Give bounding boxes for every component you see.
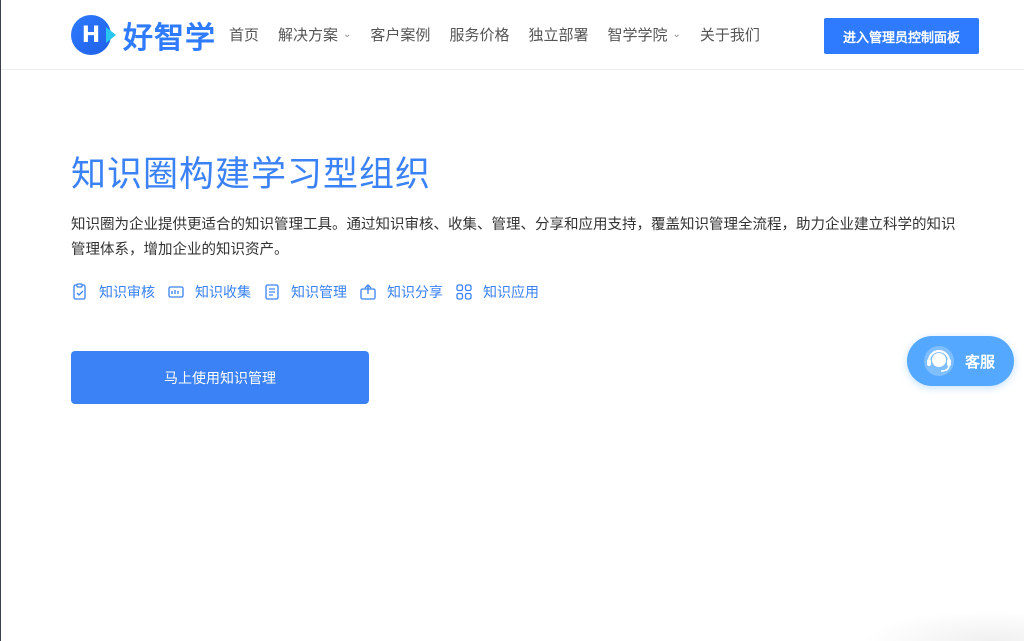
page-shadow bbox=[861, 610, 1024, 641]
admin-panel-button[interactable]: 进入管理员控制面板 bbox=[824, 18, 979, 54]
main-nav: 首页 解决方案 ⌄ 客户案例 服务价格 独立部署 智学学院 ⌄ 关于我们 bbox=[229, 22, 779, 46]
logo[interactable]: H 好智学 bbox=[71, 14, 216, 56]
feature-review[interactable]: 知识审核 bbox=[71, 281, 155, 303]
feature-collect[interactable]: 知识收集 bbox=[167, 281, 251, 303]
customer-service-button[interactable]: 客服 bbox=[907, 336, 1014, 386]
logo-icon: H bbox=[71, 15, 116, 55]
chevron-down-icon: ⌄ bbox=[343, 28, 352, 40]
feature-share[interactable]: 知识分享 bbox=[359, 281, 443, 303]
feature-list: 知识审核 知识收集 知识管理 知识分享 知识应用 bbox=[71, 281, 551, 303]
nav-item-academy[interactable]: 智学学院 ⌄ bbox=[607, 22, 680, 46]
collect-icon bbox=[168, 286, 184, 298]
start-knowledge-management-button[interactable]: 马上使用知识管理 bbox=[71, 351, 369, 404]
chevron-down-icon: ⌄ bbox=[672, 28, 681, 40]
hero-description: 知识圈为企业提供更适合的知识管理工具。通过知识审核、收集、管理、分享和应用支持，… bbox=[71, 217, 956, 258]
feature-apps[interactable]: 知识应用 bbox=[455, 281, 539, 303]
feature-manage[interactable]: 知识管理 bbox=[263, 281, 347, 303]
apps-icon bbox=[456, 284, 472, 300]
headset-icon bbox=[924, 346, 954, 376]
nav-item-about[interactable]: 关于我们 bbox=[700, 22, 760, 46]
share-icon bbox=[360, 284, 376, 300]
manage-icon bbox=[265, 284, 279, 300]
review-icon bbox=[73, 283, 86, 300]
nav-item-cases[interactable]: 客户案例 bbox=[370, 22, 430, 46]
logo-text: 好智学 bbox=[123, 21, 216, 56]
hero-title: 知识圈构建学习型组织 bbox=[71, 155, 432, 195]
site-header: H 好智学 首页 解决方案 ⌄ 客户案例 服务价格 独立部署 智学学院 ⌄ 关于我们… bbox=[1, 0, 1024, 70]
nav-item-solutions[interactable]: 解决方案 ⌄ bbox=[278, 22, 351, 46]
nav-item-deploy[interactable]: 独立部署 bbox=[528, 22, 588, 46]
nav-item-home[interactable]: 首页 bbox=[229, 22, 259, 46]
nav-item-pricing[interactable]: 服务价格 bbox=[449, 22, 509, 46]
